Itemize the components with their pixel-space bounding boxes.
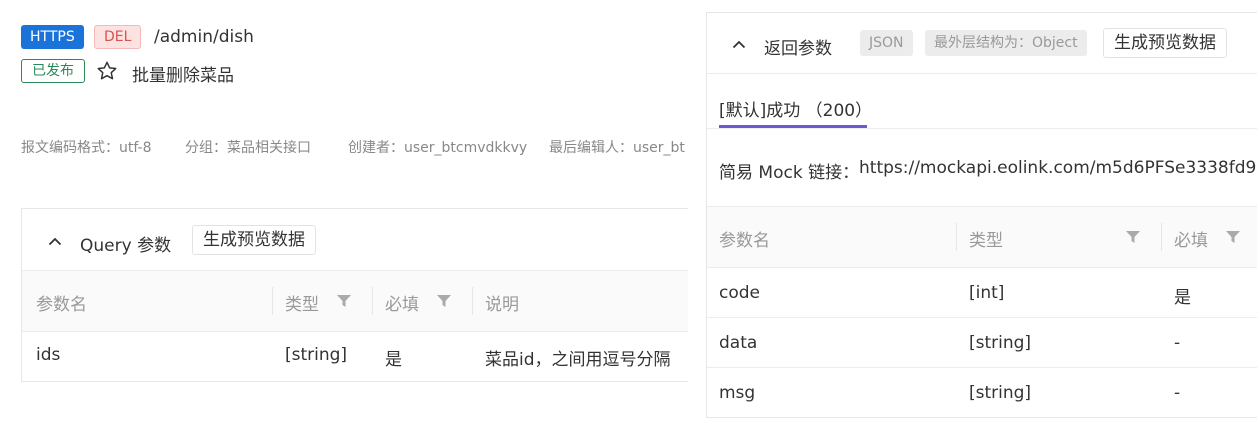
col-type: 类型 xyxy=(969,231,1003,251)
table-row: data [string] - xyxy=(707,317,1257,368)
param-required: 是 xyxy=(1174,288,1191,308)
param-type: [int] xyxy=(969,283,1005,303)
filter-icon[interactable] xyxy=(337,295,351,307)
param-required: - xyxy=(1174,383,1181,403)
param-description: 菜品id，之间用逗号分隔 xyxy=(485,350,671,370)
param-name: code xyxy=(719,283,760,303)
method-del-tag: DEL xyxy=(94,25,142,49)
query-generate-preview-button[interactable]: 生成预览数据 xyxy=(192,225,316,255)
col-param-name: 参数名 xyxy=(719,231,770,251)
param-name: msg xyxy=(719,383,756,403)
col-required: 必填 xyxy=(385,295,419,315)
query-section-title[interactable]: Query 参数 xyxy=(80,231,171,256)
col-description: 说明 xyxy=(485,295,519,315)
response-tabs: [默认]成功 （200） xyxy=(707,73,1257,129)
meta-encoding: 报文编码格式：utf-8 xyxy=(21,140,152,156)
filter-icon[interactable] xyxy=(1126,231,1140,243)
column-divider xyxy=(1161,223,1162,251)
chevron-up-icon[interactable] xyxy=(732,39,746,49)
response-section-title[interactable]: 返回参数 xyxy=(764,34,832,59)
api-path: /admin/dish xyxy=(154,27,254,47)
filter-icon[interactable] xyxy=(437,295,451,307)
param-type: [string] xyxy=(969,383,1032,403)
tab-default-success[interactable]: [默认]成功 （200） xyxy=(719,96,872,121)
tab-active-indicator xyxy=(719,125,867,128)
status-badge: 已发布 xyxy=(21,59,85,83)
query-params-card: Query 参数 生成预览数据 参数名 类型 必填 说明 ids [string… xyxy=(21,208,688,382)
api-name: 批量删除菜品 xyxy=(132,66,234,86)
star-icon[interactable] xyxy=(96,60,118,82)
table-row: msg [string] - xyxy=(707,367,1257,417)
mock-link-url[interactable]: https://mockapi.eolink.com/m5d6PFSe3338f… xyxy=(859,158,1257,178)
col-required: 必填 xyxy=(1174,231,1208,251)
column-divider xyxy=(472,287,473,315)
format-pill: JSON xyxy=(860,30,913,56)
param-required: 是 xyxy=(385,350,402,370)
filter-icon[interactable] xyxy=(1226,231,1240,243)
response-table-header: 参数名 类型 必填 xyxy=(707,206,1257,268)
https-tag: HTTPS xyxy=(21,25,84,49)
column-divider xyxy=(956,223,957,251)
param-name: data xyxy=(719,333,758,353)
query-table-header: 参数名 类型 必填 说明 xyxy=(22,270,688,332)
param-type: [string] xyxy=(285,345,348,365)
table-row: ids [string] 是 菜品id，之间用逗号分隔 xyxy=(22,331,688,381)
col-param-name: 参数名 xyxy=(36,295,87,315)
chevron-up-icon[interactable] xyxy=(48,236,62,246)
response-generate-preview-button[interactable]: 生成预览数据 xyxy=(1103,28,1227,58)
meta-group: 分组：菜品相关接口 xyxy=(185,140,311,156)
param-name: ids xyxy=(36,345,61,365)
column-divider xyxy=(272,287,273,315)
meta-last-editor: 最后编辑人：user_bt xyxy=(549,140,685,156)
meta-creator: 创建者：user_btcmvdkkvy xyxy=(348,140,528,156)
col-type: 类型 xyxy=(285,295,319,315)
structure-pill: 最外层结构为：Object xyxy=(925,30,1087,56)
mock-link-label: 简易 Mock 链接： xyxy=(719,163,860,183)
param-required: - xyxy=(1174,333,1181,353)
response-params-card: 返回参数 JSON 最外层结构为：Object 生成预览数据 [默认]成功 （2… xyxy=(706,12,1257,418)
param-type: [string] xyxy=(969,333,1032,353)
column-divider xyxy=(372,287,373,315)
table-row: code [int] 是 xyxy=(707,267,1257,318)
